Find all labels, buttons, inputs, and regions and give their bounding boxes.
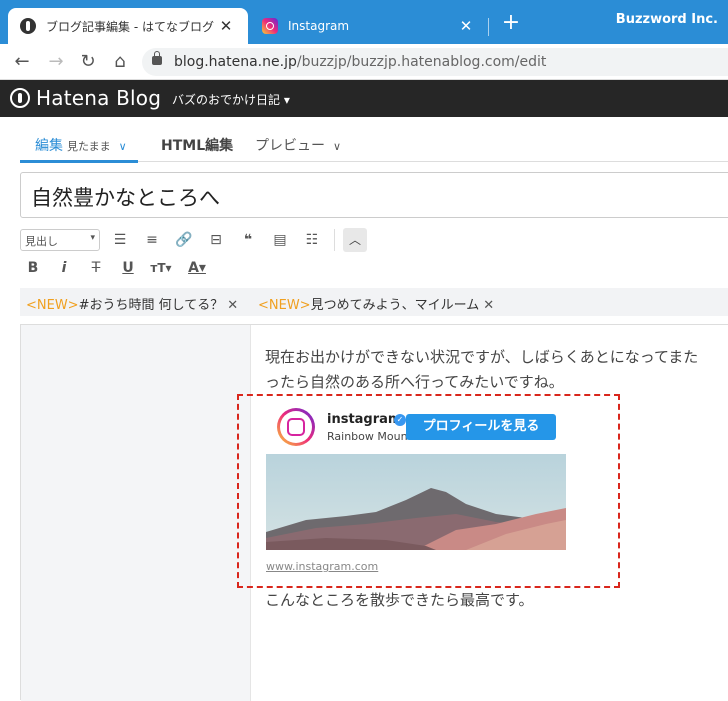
tab-edit-mode: 見たまま (67, 140, 111, 153)
news-bar: <NEW>#おうち時間 何してる？ ✕ <NEW>見つめてみよう、マイルーム ✕ (20, 288, 728, 316)
home-icon[interactable]: ⌂ (108, 50, 132, 74)
close-icon[interactable]: ✕ (456, 17, 476, 35)
new-badge: <NEW> (26, 298, 79, 313)
tab-instagram[interactable]: Instagram ✕ (250, 8, 488, 44)
active-tab-indicator (20, 160, 138, 163)
new-tab-icon[interactable]: + (500, 12, 522, 34)
horizontal-rule-icon[interactable]: ⊟ (205, 229, 227, 251)
verified-badge-icon: ✓ (394, 414, 406, 426)
instagram-account-name[interactable]: instagram (327, 412, 401, 427)
table-icon[interactable]: ▤ (269, 229, 291, 251)
editor-sidebar (21, 325, 251, 701)
chevron-down-icon: ▾ (283, 93, 290, 107)
toolbar-row-2: B i T U тT▾ A▾ (20, 255, 728, 281)
url-text: blog.hatena.ne.jp/buzzjp/buzzjp.hatenabl… (174, 54, 546, 70)
tab-edit[interactable]: 編集 見たまま ∨ (35, 135, 127, 155)
tab-html-edit[interactable]: HTML編集 (161, 135, 233, 155)
editor-mode-tabs: 編集 見たまま ∨ HTML編集 プレビュー ∨ (20, 132, 728, 163)
entry-title-text: 自然豊かなところへ (31, 186, 220, 210)
news-item[interactable]: <NEW>#おうち時間 何してる？ ✕ (26, 294, 238, 313)
italic-icon[interactable]: i (53, 257, 75, 279)
browser-tab-strip: ブログ記事編集 - はてなブログ ✕ Instagram ✕ + Buzzwor… (0, 0, 728, 44)
entry-title-field[interactable]: 自然豊かなところへ (20, 172, 728, 218)
blog-name-dropdown[interactable]: バズのおでかけ日記 ▾ (172, 91, 290, 108)
format-select[interactable]: 見出し (20, 229, 100, 251)
tab-separator (488, 18, 489, 36)
instagram-favicon-icon (262, 18, 278, 34)
instagram-avatar-icon[interactable] (277, 408, 315, 446)
back-icon[interactable]: ← (10, 50, 34, 74)
tab-hatena-blog[interactable]: ブログ記事編集 - はてなブログ ✕ (8, 8, 248, 44)
bold-icon[interactable]: B (22, 257, 44, 279)
mountain-illustration (266, 454, 566, 550)
font-size-icon[interactable]: тT▾ (150, 257, 172, 279)
forward-icon[interactable]: → (44, 50, 68, 74)
paragraph-line[interactable]: こんなところを散歩できたら最高です。 (265, 589, 534, 610)
strikethrough-icon[interactable]: T (85, 257, 107, 279)
read-more-icon[interactable]: ☷ (301, 229, 323, 251)
hatena-logo-icon[interactable] (10, 88, 30, 108)
numbered-list-icon[interactable]: ≡ (141, 229, 163, 251)
instagram-link[interactable]: www.instagram.com (266, 560, 378, 573)
tab-title: ブログ記事編集 - はてなブログ (46, 19, 214, 34)
toolbar-divider (334, 229, 335, 251)
hatena-favicon-icon (20, 18, 36, 34)
lock-icon (152, 51, 162, 65)
blog-name: バズのおでかけ日記 (172, 93, 281, 107)
tab-preview-label: プレビュー (255, 138, 325, 154)
reload-icon[interactable]: ↻ (76, 50, 100, 74)
news-text: #おうち時間 何してる？ (78, 298, 224, 313)
link-icon[interactable]: 🔗 (173, 229, 195, 251)
hatena-blog-logo[interactable]: Hatena Blog (36, 86, 161, 110)
underline-icon[interactable]: U (117, 257, 139, 279)
profile-name[interactable]: Buzzword Inc. (616, 12, 718, 27)
tab-title: Instagram (288, 19, 350, 33)
close-icon[interactable]: ✕ (216, 17, 236, 35)
text-color-icon[interactable]: A▾ (186, 257, 208, 279)
address-bar: ← → ↻ ⌂ blog.hatena.ne.jp/buzzjp/buzzjp.… (0, 44, 728, 80)
url-path: /buzzjp/buzzjp.hatenablog.com/edit (296, 54, 547, 70)
view-profile-button[interactable]: プロフィールを見る (406, 414, 556, 440)
news-text: 見つめてみよう、マイルーム (310, 298, 480, 313)
hatena-header: Hatena Blog バズのおでかけ日記 ▾ (0, 80, 728, 117)
news-item[interactable]: <NEW>見つめてみよう、マイルーム ✕ (258, 294, 494, 313)
tab-preview[interactable]: プレビュー ∨ (255, 135, 341, 155)
url-host: blog.hatena.ne.jp (174, 54, 297, 70)
collapse-toolbar-icon[interactable]: ︿ (343, 228, 367, 252)
quote-icon[interactable]: ❝ (237, 229, 259, 251)
tab-edit-label: 編集 (35, 138, 63, 154)
paragraph-line[interactable]: 現在お出かけができない状況ですが、しばらくあとになってまた (265, 346, 698, 367)
mountain-photo[interactable] (266, 454, 566, 550)
close-icon[interactable]: ✕ (227, 298, 238, 313)
toolbar-row-1: 見出し ☰ ≡ 🔗 ⊟ ❝ ▤ ☷ ︿ (20, 227, 728, 253)
close-icon[interactable]: ✕ (483, 298, 494, 313)
paragraph-line[interactable]: ったら自然のある所へ行ってみたいですね。 (265, 371, 564, 392)
bullet-list-icon[interactable]: ☰ (109, 229, 131, 251)
url-field[interactable]: blog.hatena.ne.jp/buzzjp/buzzjp.hatenabl… (142, 48, 728, 76)
chevron-down-icon: ∨ (333, 140, 342, 153)
chevron-down-icon: ∨ (118, 140, 127, 153)
new-badge: <NEW> (258, 298, 311, 313)
